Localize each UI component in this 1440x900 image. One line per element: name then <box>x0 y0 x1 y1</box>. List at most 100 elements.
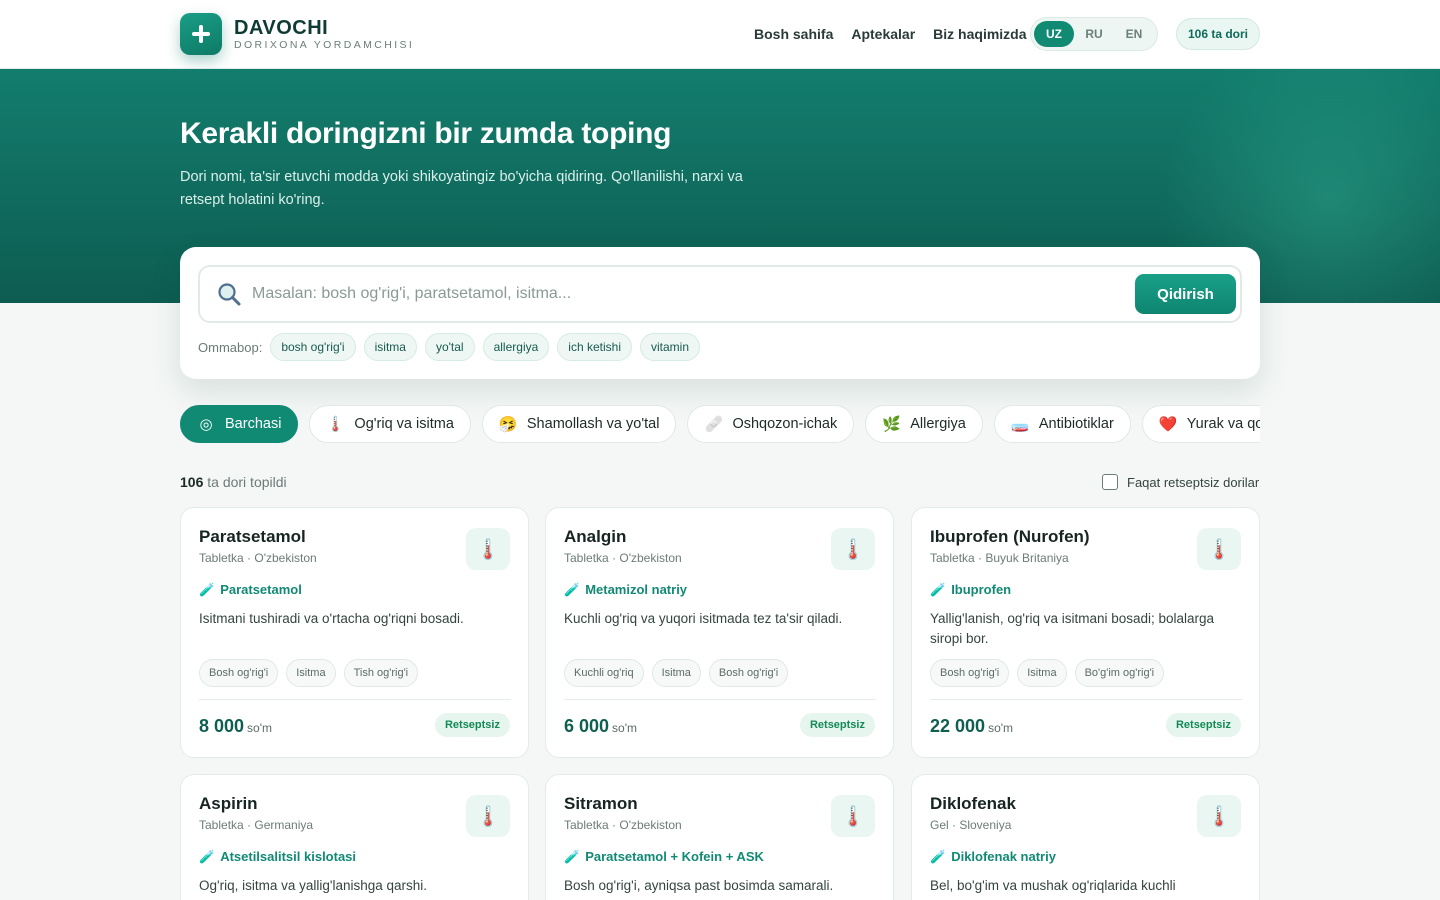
top-header: DAVOCHI DORIXONA YORDAMCHISI Bosh sahifa… <box>0 0 1440 69</box>
popular-chip[interactable]: allergiya <box>482 333 550 361</box>
drug-description: Isitmani tushiradi va o'rtacha og'riqni … <box>199 611 464 626</box>
sneezing-face-icon: 🤧 <box>498 416 518 433</box>
drug-tag: Kuchli og'riq <box>564 659 644 687</box>
nav-pharmacies-link[interactable]: Aptekalar <box>851 25 915 43</box>
card-divider <box>564 699 876 700</box>
popular-chip[interactable]: yo'tal <box>424 333 475 361</box>
drug-description: Bel, bo'g'im va mushak og'riqlarida kuch… <box>930 878 1176 893</box>
category-digestive[interactable]: 🩹 Oshqozon-ichak <box>687 405 855 443</box>
thermometer-icon: 🌡️ <box>831 795 875 837</box>
drug-tag: Bosh og'rig'i <box>199 659 279 687</box>
category-allergy[interactable]: 🌿 Allergiya <box>865 405 983 443</box>
test-tube-icon: 🧪 <box>199 582 216 597</box>
drug-card[interactable]: Sitramon Tabletka · O'zbekiston 🌡️ 🧪 Para… <box>545 774 894 900</box>
drug-description: Bosh og'rig'i, ayniqsa past bosimda sama… <box>564 878 834 893</box>
drug-name: Paratsetamol <box>199 527 306 546</box>
drug-ingredient: 🧪 Paratsetamol <box>199 582 302 597</box>
drug-tag: Isitma <box>1017 659 1067 687</box>
drug-card[interactable]: Analgin Tabletka · O'zbekiston 🌡️ 🧪 Metam… <box>545 507 894 758</box>
drug-name: Sitramon <box>564 794 638 813</box>
drug-tags: Kuchli og'riq Isitma Bosh og'rig'i <box>564 659 796 687</box>
drug-ingredient: 🧪 Metamizol natriy <box>564 582 688 597</box>
drug-tag: Isitma <box>651 659 701 687</box>
drug-card[interactable]: Diklofenak Gel · Sloveniya 🌡️ 🧪 Diklofena… <box>911 774 1260 900</box>
lang-en-button[interactable]: EN <box>1114 21 1154 47</box>
otc-only-filter[interactable]: Faqat retseptsiz dorilar <box>1102 474 1259 490</box>
drug-card[interactable]: Ibuprofen (Nurofen) Tabletka · Buyuk Bri… <box>911 507 1260 758</box>
medical-cross-icon <box>180 13 222 55</box>
category-cold-cough[interactable]: 🤧 Shamollash va yo'tal <box>481 405 677 443</box>
results-summary: 106 ta dori topildi <box>180 474 287 490</box>
otc-badge: Retseptsiz <box>1165 713 1241 737</box>
search-card: Qidirish Ommabop: bosh og'rig'i isitma y… <box>180 247 1260 379</box>
drug-meta: Tabletka · Buyuk Britaniya <box>930 551 1069 565</box>
nav-home-link[interactable]: Bosh sahifa <box>754 25 833 43</box>
drug-tag: Bosh og'rig'i <box>930 659 1010 687</box>
drug-meta: Tabletka · Germaniya <box>199 818 314 832</box>
target-icon: ◎ <box>199 416 213 433</box>
drug-tags: Bosh og'rig'i Isitma Bo'g'im og'rig'i <box>930 659 1172 687</box>
lang-ru-button[interactable]: RU <box>1074 21 1114 47</box>
category-filter-bar: ◎ Barchasi 🌡️ Og'riq va isitma 🤧 Shamoll… <box>180 405 1260 445</box>
drug-price: 6 000 so'm <box>564 716 638 736</box>
herb-icon: 🌿 <box>882 416 901 433</box>
search-box: Qidirish <box>198 265 1242 323</box>
thermometer-icon: 🌡️ <box>466 795 510 837</box>
drug-tag: Bo'g'im og'rig'i <box>1074 659 1165 687</box>
drug-tags: Bosh og'rig'i Isitma Tish og'rig'i <box>199 659 426 687</box>
category-label: Shamollash va yo'tal <box>526 416 660 432</box>
results-text: ta dori topildi <box>207 474 287 490</box>
popular-chip[interactable]: isitma <box>363 333 417 361</box>
search-button[interactable]: Qidirish <box>1135 274 1236 314</box>
category-label: Og'riq va isitma <box>354 416 454 432</box>
drug-meta: Tabletka · O'zbekiston <box>564 818 682 832</box>
category-label: Barchasi <box>225 416 282 432</box>
popular-chip[interactable]: vitamin <box>639 333 700 361</box>
test-tube-icon: 🧪 <box>199 849 216 864</box>
popular-chip[interactable]: ich ketishi <box>557 333 632 361</box>
category-heart[interactable]: ❤️ Yurak va qon bosimi <box>1141 405 1260 443</box>
drug-name: Diklofenak <box>930 794 1016 813</box>
results-count: 106 <box>180 474 204 490</box>
drug-tag: Tish og'rig'i <box>343 659 419 687</box>
card-divider <box>930 699 1242 700</box>
drug-name: Aspirin <box>199 794 258 813</box>
thermometer-icon: 🌡️ <box>1197 528 1241 570</box>
hero-description: Dori nomi, ta'sir etuvchi modda yoki shi… <box>180 169 743 208</box>
lang-uz-button[interactable]: UZ <box>1034 21 1074 47</box>
drug-description: Og'riq, isitma va yallig'lanishga qarshi… <box>199 878 428 893</box>
category-label: Oshqozon-ichak <box>732 416 838 432</box>
category-label: Yurak va qon bosimi <box>1186 416 1260 432</box>
drug-count-badge: 106 ta dori <box>1176 18 1260 50</box>
test-tube-icon: 🧪 <box>930 849 947 864</box>
popular-chip[interactable]: bosh og'rig'i <box>270 333 356 361</box>
brand-title: DAVOCHI <box>234 17 329 39</box>
test-tube-icon: 🧪 <box>564 849 581 864</box>
category-label: Antibiotiklar <box>1038 416 1114 432</box>
drug-meta: Tabletka · O'zbekiston <box>564 551 682 565</box>
bandage-icon: 🩹 <box>704 416 724 433</box>
category-all[interactable]: ◎ Barchasi <box>180 405 299 443</box>
drug-meta: Gel · Sloveniya <box>930 818 1012 832</box>
drug-card[interactable]: Aspirin Tabletka · Germaniya 🌡️ 🧪 Atsetil… <box>180 774 529 900</box>
category-pain-fever[interactable]: 🌡️ Og'riq va isitma <box>309 405 471 443</box>
brand-subtitle: DORIXONA YORDAMCHISI <box>234 39 415 51</box>
category-antibiotics[interactable]: 🧫 Antibiotiklar <box>993 405 1131 443</box>
otc-only-label: Faqat retseptsiz dorilar <box>1127 474 1260 490</box>
brand-logo[interactable]: DAVOCHI DORIXONA YORDAMCHISI <box>180 13 414 55</box>
thermometer-icon: 🌡️ <box>326 416 346 433</box>
otc-badge: Retseptsiz <box>434 713 510 737</box>
test-tube-icon: 🧪 <box>564 582 581 597</box>
otc-only-checkbox[interactable] <box>1102 474 1118 490</box>
search-icon <box>218 283 241 306</box>
drug-price: 22 000 so'm <box>930 716 1014 736</box>
drug-ingredient: 🧪 Ibuprofen <box>930 582 1012 597</box>
hero-title: Kerakli doringizni bir zumda toping <box>180 117 672 150</box>
card-divider <box>199 699 511 700</box>
petri-dish-icon: 🧫 <box>1010 416 1030 433</box>
drug-description: Yallig'lanish, og'riq va isitmani bosadi… <box>930 611 1215 646</box>
category-label: Allergiya <box>910 416 966 432</box>
search-input[interactable] <box>252 277 1122 311</box>
nav-about-link[interactable]: Biz haqimizda <box>933 25 1026 43</box>
drug-card[interactable]: Paratsetamol Tabletka · O'zbekiston 🌡️ 🧪… <box>180 507 529 758</box>
